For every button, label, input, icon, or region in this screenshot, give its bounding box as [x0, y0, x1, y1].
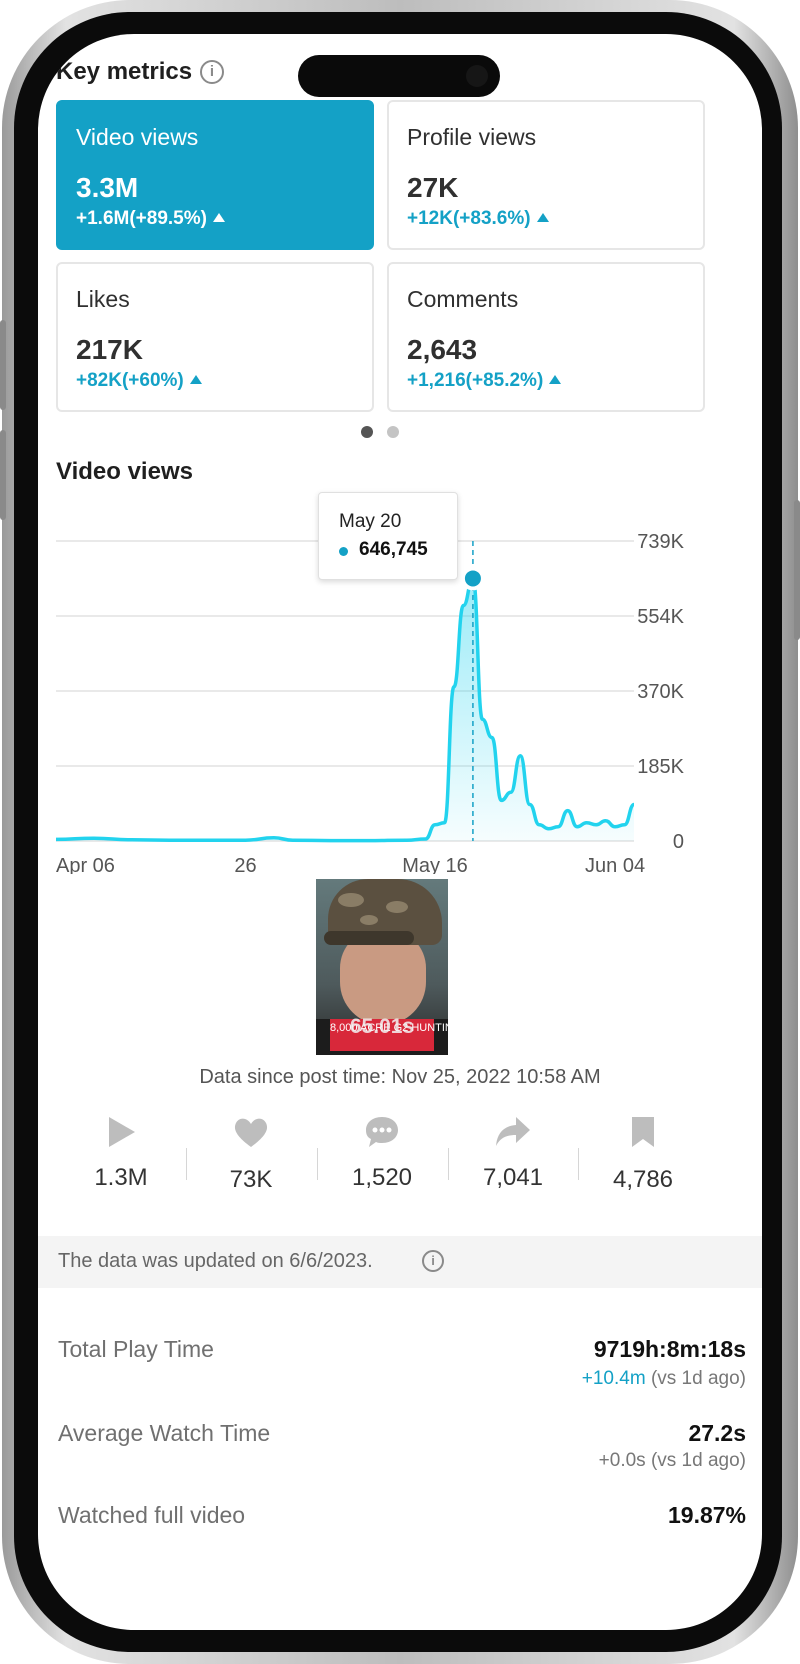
average-watch-time-value: 27.2s — [688, 1420, 746, 1446]
stat-saves[interactable]: 4,786 — [578, 1114, 708, 1194]
key-metrics-title: Key metrics — [56, 58, 193, 85]
metric-value: 3.3M — [76, 172, 139, 203]
x-tick-label: May 16 — [402, 855, 468, 874]
up-arrow-icon — [549, 375, 562, 384]
data-since-text: Data since post time: Nov 25, 2022 10:58… — [199, 1066, 601, 1088]
up-arrow-icon — [536, 213, 549, 222]
volume-button — [0, 430, 6, 520]
metric-value: 27K — [407, 172, 459, 203]
delta-value: +0.0s — [598, 1450, 646, 1471]
bookmark-icon — [632, 1117, 654, 1147]
metric-label: Likes — [76, 286, 130, 312]
video-duration: 65.01s — [349, 1015, 415, 1038]
info-icon[interactable]: i — [200, 60, 224, 84]
metric-delta: +12K(+83.6%) — [407, 208, 549, 230]
updated-text: The data was updated on 6/6/2023. — [58, 1250, 373, 1272]
metric-label: Comments — [407, 286, 519, 312]
stat-shares[interactable]: 7,041 — [448, 1114, 578, 1192]
y-tick-label: 370K — [637, 681, 684, 703]
thumbnail-cap-brim — [324, 931, 414, 945]
tooltip-date: May 20 — [339, 511, 402, 532]
metric-label: Video views — [76, 124, 199, 150]
chart-tooltip: May 20 646,745 — [318, 492, 458, 580]
cap-pattern — [338, 893, 364, 907]
metric-card-profile-views[interactable]: Profile views 27K +12K(+83.6%) — [387, 100, 705, 250]
dynamic-island — [298, 55, 500, 97]
delta-value: +10.4m — [581, 1368, 646, 1389]
watched-full-video-value: 19.87% — [667, 1502, 746, 1528]
cap-pattern — [360, 915, 378, 925]
metric-delta: +1.6M(+89.5%) — [76, 208, 225, 230]
gridlines — [56, 540, 634, 842]
stat-likes[interactable]: 73K — [186, 1114, 316, 1194]
watched-full-video-label: Watched full video — [58, 1502, 246, 1528]
metric-card-video-views[interactable]: Video views 3.3M +1.6M(+89.5%) — [56, 100, 374, 250]
y-tick-label: 0 — [673, 831, 684, 853]
average-watch-time-delta: +0.0s (vs 1d ago) — [599, 1450, 746, 1472]
metric-delta-text: +12K(+83.6%) — [407, 208, 531, 229]
tooltip-value: 646,745 — [359, 539, 428, 560]
metric-label: Profile views — [407, 124, 537, 150]
updated-notice: The data was updated on 6/6/2023. i — [38, 1236, 762, 1288]
stat-value: 4,786 — [612, 1166, 674, 1193]
stat-value: 73K — [229, 1166, 273, 1193]
share-icon — [496, 1117, 530, 1146]
x-tick-label: 26 — [234, 855, 256, 874]
total-play-time-value: 9719h:8m:18s — [593, 1336, 746, 1362]
metric-value: 2,643 — [407, 334, 478, 365]
delta-suffix: (vs 1d ago) — [650, 1368, 746, 1389]
heart-icon — [234, 1118, 268, 1147]
metric-delta-text: +82K(+60%) — [76, 370, 184, 391]
cap-pattern — [386, 901, 408, 913]
y-tick-label: 185K — [637, 756, 684, 778]
chart-title: Video views — [56, 458, 193, 485]
highlight-point[interactable] — [460, 566, 485, 591]
stat-value: 1.3M — [94, 1164, 148, 1191]
delta-suffix: (vs 1d ago) — [650, 1450, 746, 1471]
stat-value: 7,041 — [482, 1164, 544, 1191]
y-axis: 739K 554K 370K 185K 0 — [637, 531, 684, 853]
page-dot[interactable] — [387, 426, 399, 438]
total-play-time-label: Total Play Time — [58, 1336, 214, 1362]
page-dot-active[interactable] — [361, 426, 373, 438]
series-area — [56, 578, 634, 841]
info-icon[interactable]: i — [422, 1250, 444, 1272]
average-watch-time-label: Average Watch Time — [58, 1420, 271, 1446]
stat-plays[interactable]: 1.3M — [56, 1114, 186, 1192]
y-tick-label: 554K — [637, 606, 684, 628]
tooltip-dot — [339, 547, 348, 556]
power-button — [794, 500, 800, 640]
total-play-time-delta: +10.4m (vs 1d ago) — [582, 1368, 746, 1390]
metric-card-comments[interactable]: Comments 2,643 +1,216(+85.2%) — [387, 262, 705, 412]
screen[interactable]: Key metrics i Video views 3.3M +1.6M(+89… — [38, 34, 762, 1630]
metric-delta-text: +1.6M(+89.5%) — [76, 208, 207, 229]
x-axis: Apr 06 26 May 16 Jun 04 — [56, 855, 645, 874]
metric-delta: +1,216(+85.2%) — [407, 370, 562, 392]
y-tick-label: 739K — [637, 531, 684, 553]
x-tick-label: Apr 06 — [56, 855, 115, 874]
stat-comments[interactable]: 1,520 — [317, 1114, 447, 1192]
camera-lens — [466, 65, 488, 87]
stat-value: 1,520 — [351, 1164, 413, 1191]
series-line — [55, 576, 635, 843]
up-arrow-icon — [189, 375, 202, 384]
x-tick-label: Jun 04 — [585, 855, 645, 874]
comment-icon — [366, 1117, 398, 1147]
volume-button — [0, 320, 6, 410]
video-thumbnail[interactable]: 8,000 ACRE G2 HUNTING RANCH 65.01s — [316, 879, 448, 1055]
metric-value: 217K — [76, 334, 143, 365]
metric-delta-text: +1,216(+85.2%) — [407, 370, 544, 391]
metric-delta: +82K(+60%) — [76, 370, 202, 392]
up-arrow-icon — [212, 213, 225, 222]
metric-card-likes[interactable]: Likes 217K +82K(+60%) — [56, 262, 374, 412]
play-icon — [109, 1117, 135, 1147]
